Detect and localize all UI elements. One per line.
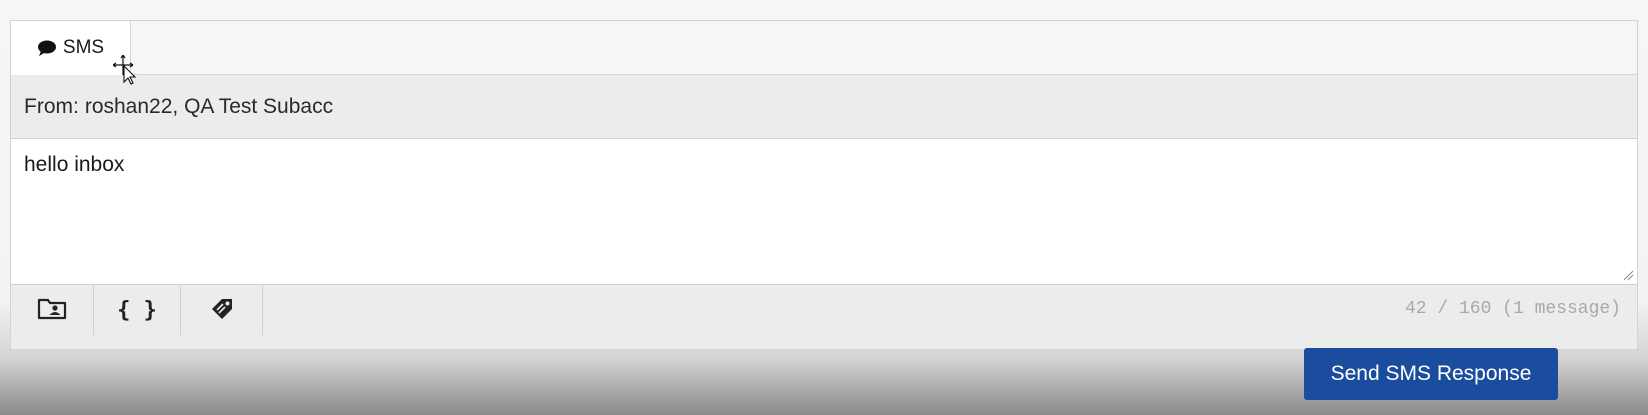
send-sms-response-button[interactable]: Send SMS Response	[1304, 348, 1558, 400]
braces-icon: { }	[117, 297, 157, 323]
message-area: hello inbox	[11, 139, 1637, 285]
resize-grip-icon[interactable]	[1622, 269, 1634, 281]
from-value: roshan22, QA Test Subacc	[84, 94, 334, 118]
tag-icon	[208, 295, 236, 326]
tab-sms-label: SMS	[62, 37, 105, 58]
speech-bubble-icon	[37, 39, 57, 57]
tab-sms[interactable]: SMS	[11, 21, 131, 75]
channel-tab-bar: SMS	[11, 21, 1637, 75]
character-counter: 42 / 160 (1 message)	[1404, 299, 1621, 319]
contact-folder-icon	[37, 296, 67, 325]
from-label: From:	[24, 94, 79, 118]
insert-variable-button[interactable]: { }	[94, 285, 181, 335]
message-input[interactable]: hello inbox	[11, 139, 1637, 284]
sms-compose-panel: SMS From: roshan22, QA Test Subacc hello…	[10, 20, 1638, 350]
contact-folder-button[interactable]	[11, 285, 94, 335]
compose-toolbar: { } 42 / 160 (1 message)	[11, 285, 1637, 349]
insert-tag-button[interactable]	[181, 285, 263, 335]
from-row: From: roshan22, QA Test Subacc	[11, 75, 1637, 139]
